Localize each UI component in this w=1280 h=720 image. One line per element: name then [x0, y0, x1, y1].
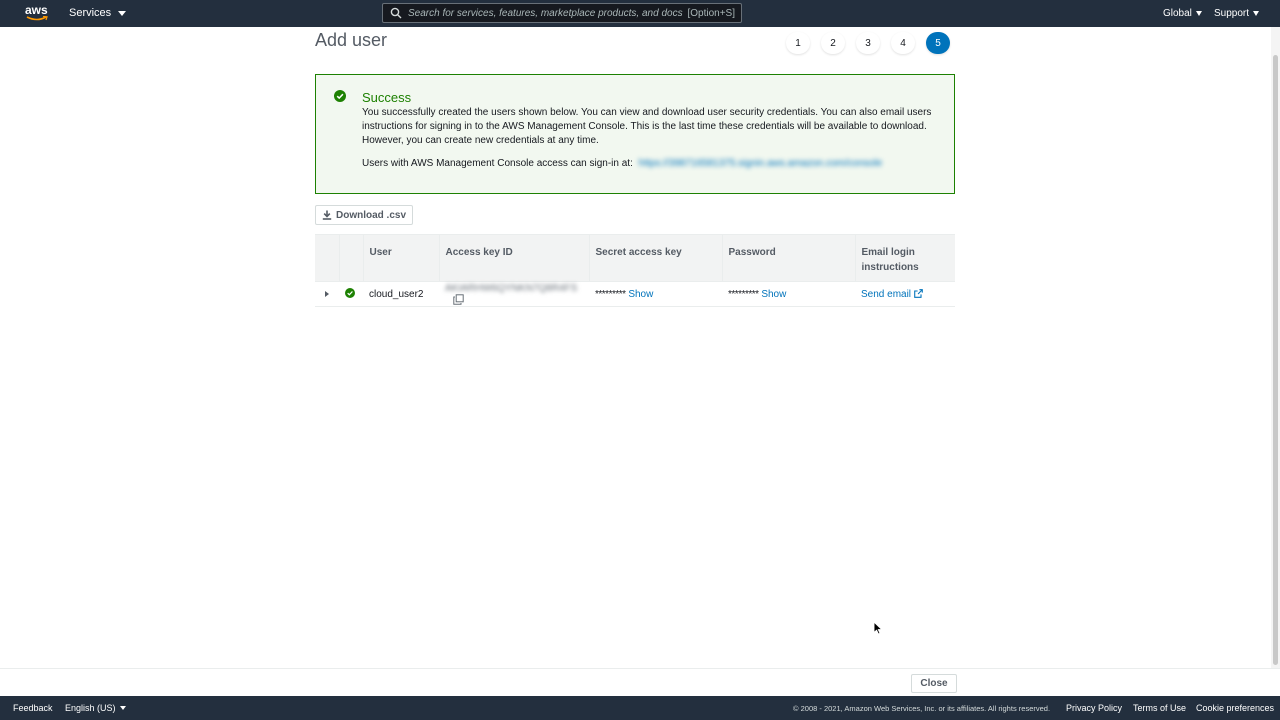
- success-check-icon: [334, 90, 346, 102]
- password-column-header: Password: [721, 234, 855, 282]
- expand-column-header: [315, 234, 339, 282]
- external-link-icon: [913, 288, 923, 298]
- alert-body: You successfully created the users shown…: [362, 107, 932, 146]
- top-navigation: aws Services [Option+S] Global Support: [0, 0, 1280, 27]
- aws-logo[interactable]: aws: [25, 4, 49, 24]
- status-column-header: [338, 234, 363, 282]
- show-password-link[interactable]: Show: [761, 289, 786, 300]
- email-column-header: Email login instructions: [854, 234, 955, 282]
- services-label: Services: [69, 7, 112, 19]
- language-selector[interactable]: English (US): [65, 703, 126, 713]
- table-row: cloud_user2 AKIARHW6QYNKN7Q8R4FS *******…: [315, 281, 955, 307]
- wizard-action-bar: [0, 668, 1280, 696]
- region-menu-button[interactable]: Global: [1163, 8, 1202, 19]
- page-scrollbar[interactable]: [1271, 27, 1280, 668]
- success-check-icon: [345, 287, 355, 298]
- download-csv-button[interactable]: Download .csv: [315, 205, 413, 225]
- console-footer: Feedback English (US) © 2008 - 2021, Ama…: [0, 696, 1280, 720]
- step-2-button[interactable]: 2: [821, 32, 845, 54]
- access-key-value: AKIARHW6QYNKN7Q8R4FS: [445, 282, 578, 294]
- feedback-label: Feedback: [13, 703, 53, 713]
- caret-down-icon: [1253, 11, 1260, 16]
- caret-down-icon: [118, 10, 127, 16]
- download-icon: [322, 210, 332, 220]
- caret-down-icon: [1195, 11, 1202, 16]
- cookie-preferences-link[interactable]: Cookie preferences: [1196, 703, 1274, 713]
- send-email-label: Send email: [861, 288, 912, 300]
- copy-icon[interactable]: [453, 294, 464, 305]
- status-cell: [339, 281, 363, 307]
- access-key-cell: AKIARHW6QYNKN7Q8R4FS: [439, 281, 589, 307]
- aws-logo-text: aws: [25, 3, 48, 17]
- search-input[interactable]: [402, 7, 688, 19]
- send-email-link[interactable]: Send email: [861, 289, 923, 300]
- copyright-text: © 2008 - 2021, Amazon Web Services, Inc.…: [793, 704, 1051, 713]
- support-menu-button[interactable]: Support: [1214, 8, 1260, 19]
- step-3-button[interactable]: 3: [856, 32, 880, 54]
- terms-of-use-link[interactable]: Terms of Use: [1133, 703, 1186, 713]
- password-cell: ********* Show: [722, 281, 855, 307]
- user-name-cell: cloud_user2: [363, 281, 439, 307]
- signin-url-link[interactable]: https://398716581375.signin.aws.amazon.c…: [639, 158, 883, 169]
- download-label: Download .csv: [335, 209, 406, 221]
- step-4-button[interactable]: 4: [891, 32, 915, 54]
- secret-key-column-header: Secret access key: [588, 234, 722, 282]
- search-shortcut-hint: [Option+S]: [687, 7, 735, 19]
- signin-line: Users with AWS Management Console access…: [362, 158, 882, 169]
- language-label: English (US): [65, 703, 116, 713]
- secret-key-masked: *********: [595, 288, 626, 300]
- secret-key-cell: ********* Show: [589, 281, 722, 307]
- show-secret-key-link[interactable]: Show: [628, 289, 653, 300]
- caret-down-icon: [119, 706, 126, 710]
- wizard-steps: 1 2 3 4 5: [786, 32, 950, 54]
- privacy-policy-link[interactable]: Privacy Policy: [1066, 703, 1122, 713]
- aws-smile-icon: [26, 16, 48, 21]
- close-button[interactable]: Close: [911, 674, 957, 693]
- region-label: Global: [1163, 8, 1192, 19]
- step-1-button[interactable]: 1: [786, 32, 810, 54]
- scrollbar-thumb[interactable]: [1273, 55, 1278, 665]
- mouse-cursor-icon: [873, 621, 883, 635]
- expand-row-icon[interactable]: [325, 290, 329, 297]
- step-5-button[interactable]: 5: [926, 32, 950, 54]
- email-cell: Send email: [855, 281, 955, 307]
- search-bar[interactable]: [Option+S]: [382, 3, 742, 23]
- services-menu-button[interactable]: Services: [69, 7, 127, 19]
- access-key-column-header: Access key ID: [438, 234, 589, 282]
- search-icon: [390, 7, 402, 19]
- page-title: Add user: [315, 30, 388, 50]
- support-label: Support: [1214, 8, 1250, 19]
- user-column-header: User: [362, 234, 439, 282]
- alert-heading: Success: [362, 90, 412, 105]
- password-masked: *********: [728, 288, 759, 300]
- feedback-link[interactable]: Feedback: [13, 703, 53, 713]
- expand-cell[interactable]: [315, 281, 339, 307]
- success-alert: Success You successfully created the use…: [315, 74, 955, 194]
- signin-label: Users with AWS Management Console access…: [362, 158, 633, 169]
- users-table: User Access key ID Secret access key Pas…: [315, 234, 955, 307]
